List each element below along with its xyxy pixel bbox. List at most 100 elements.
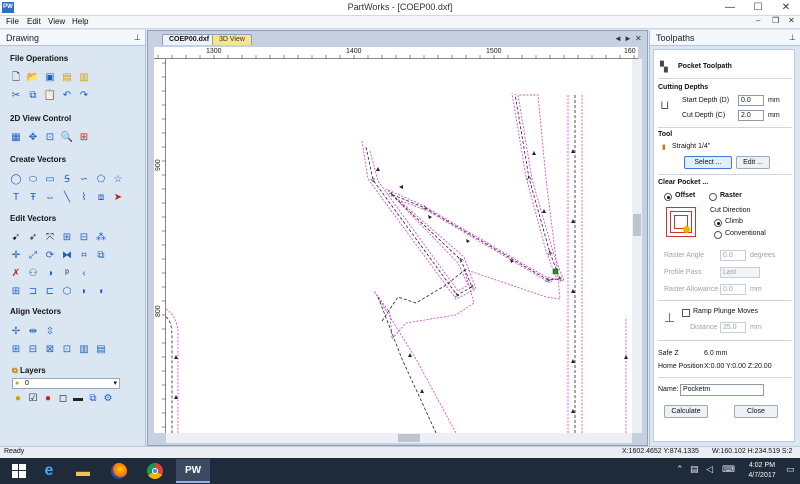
start-button[interactable] <box>4 459 34 483</box>
align-vertical-icon[interactable]: ⇳ <box>44 326 56 338</box>
start-depth-input[interactable]: 0.0 <box>738 95 764 106</box>
fillet-corner-icon[interactable]: ⬡ <box>61 286 73 298</box>
weld-icon[interactable]: ⚇ <box>27 268 39 280</box>
select-tool-button[interactable]: Select ... <box>684 156 732 169</box>
zoom-fit-icon[interactable]: ✥ <box>27 132 39 144</box>
cut-depth-input[interactable]: 2.0 <box>738 110 764 121</box>
edit-tool-button[interactable]: Edit ... <box>736 156 770 169</box>
distort-icon[interactable]: ⌗ <box>78 250 90 262</box>
text-icon[interactable]: T <box>10 192 22 204</box>
taskbar-chrome[interactable] <box>140 459 170 483</box>
array-icon[interactable]: ⧉ <box>95 250 107 262</box>
redo-icon[interactable]: ↷ <box>78 90 90 102</box>
drawing-canvas[interactable] <box>166 59 638 433</box>
raster-allowance-input[interactable]: 0.0 <box>720 284 746 295</box>
ramp-distance-input[interactable]: 25.0 <box>720 322 746 333</box>
subtract-icon[interactable]: ◑ <box>44 268 56 280</box>
menu-view[interactable]: View <box>48 17 65 26</box>
layer-lock-icon[interactable]: ● <box>42 393 54 405</box>
layer-manager-icon[interactable]: ⚙ <box>102 393 114 405</box>
zoom-in-icon[interactable]: 🔍 <box>61 132 73 144</box>
layer-dropdown[interactable]: ● 0 ▾ <box>12 378 120 389</box>
tab-scroll-right-icon[interactable]: ► <box>624 34 632 43</box>
document-close-button[interactable]: ✕ <box>788 16 795 25</box>
align-right-icon[interactable]: ⊟ <box>27 344 39 356</box>
close-button[interactable]: Close <box>734 405 778 418</box>
zoom-box-icon[interactable]: ⊡ <box>44 132 56 144</box>
save-icon[interactable]: ▣ <box>44 72 56 84</box>
circle-icon[interactable]: ◯ <box>10 174 22 186</box>
polyline-icon[interactable]: ⌇ <box>78 192 90 204</box>
tab-3d-view[interactable]: 3D View <box>212 34 252 45</box>
start-point-marker[interactable] <box>552 268 559 275</box>
dimension-icon[interactable]: ⇔ <box>44 192 56 204</box>
horizontal-scrollbar[interactable] <box>166 433 632 443</box>
raster-angle-input[interactable]: 0.0 <box>720 250 746 261</box>
undo-icon[interactable]: ↶ <box>61 90 73 102</box>
polygon-icon[interactable]: ⬠ <box>95 174 107 186</box>
trim-icon[interactable]: ✗ <box>10 268 22 280</box>
menu-help[interactable]: Help <box>72 17 88 26</box>
align-center-icon[interactable]: ✢ <box>10 326 22 338</box>
rectangle-icon[interactable]: ▭ <box>44 174 56 186</box>
close-window-button[interactable]: ✕ <box>772 0 800 16</box>
pan-icon[interactable]: ⊞ <box>78 132 90 144</box>
taskbar-clock[interactable]: 4:02 PM 4/7/2017 <box>742 461 782 481</box>
text-on-curve-icon[interactable]: Ŧ <box>27 192 39 204</box>
cut-icon[interactable]: ✂ <box>10 90 22 102</box>
distribute-h-icon[interactable]: ▥ <box>78 344 90 356</box>
nest-icon[interactable]: ⊞ <box>10 286 22 298</box>
paste-icon[interactable]: 📋 <box>44 90 56 102</box>
spiral-icon[interactable]: Ꟊ <box>61 174 73 186</box>
tab-close-icon[interactable]: ✕ <box>635 34 642 43</box>
copy-icon[interactable]: ⧉ <box>27 90 39 102</box>
raster-radio[interactable] <box>709 193 717 201</box>
offset-vector-icon[interactable]: ⧈ <box>95 192 107 204</box>
move-icon[interactable]: ✛ <box>10 250 22 262</box>
zoom-extents-icon[interactable]: ▦ <box>10 132 22 144</box>
menu-edit[interactable]: Edit <box>27 17 41 26</box>
align-bottom-icon[interactable]: ⊡ <box>61 344 73 356</box>
tray-notifications-icon[interactable]: ▭ <box>786 464 795 475</box>
scale-icon[interactable]: ⤢ <box>27 250 39 262</box>
rotate-icon[interactable]: ⟳ <box>44 250 56 262</box>
vertical-scroll-thumb[interactable] <box>633 214 641 236</box>
layer-color-icon[interactable]: ◻ <box>57 393 69 405</box>
curve-icon[interactable]: ∽ <box>78 174 90 186</box>
align-left-icon[interactable]: ⊞ <box>10 344 22 356</box>
export-icon[interactable]: ▥ <box>78 72 90 84</box>
conventional-radio[interactable] <box>714 231 722 239</box>
calculate-button[interactable]: Calculate <box>664 405 708 418</box>
horizontal-scroll-thumb[interactable] <box>398 434 420 442</box>
layer-visible-icon[interactable]: ● <box>12 393 24 405</box>
minimize-button[interactable]: — <box>716 0 744 16</box>
maximize-button[interactable]: ☐ <box>744 0 772 16</box>
fillet-icon[interactable]: ‹ <box>78 268 90 280</box>
ungroup-icon[interactable]: ⊟ <box>78 232 90 244</box>
transform-icon[interactable]: ⤧ <box>44 232 56 244</box>
align-horizontal-icon[interactable]: ⇹ <box>27 326 39 338</box>
layer-color-dropdown-icon[interactable]: ▬ <box>72 393 84 405</box>
tee-icon[interactable]: ◖ <box>95 286 107 298</box>
import-icon[interactable]: ▤ <box>61 72 73 84</box>
document-minimize-button[interactable]: – <box>756 16 760 25</box>
dogbone-icon[interactable]: ◗ <box>78 286 90 298</box>
document-restore-button[interactable]: ❐ <box>772 16 779 25</box>
taskbar-file-explorer[interactable]: ▬ <box>68 459 98 483</box>
climb-radio[interactable] <box>714 219 722 227</box>
align-top-icon[interactable]: ⊠ <box>44 344 56 356</box>
join-icon[interactable]: ⁂ <box>95 232 107 244</box>
group-icon[interactable]: ⊞ <box>61 232 73 244</box>
taskbar-partworks[interactable]: PW <box>176 459 210 483</box>
pin-icon[interactable]: ⊥ <box>789 33 796 42</box>
tray-volume-icon[interactable]: ◁ <box>706 464 713 475</box>
taskbar-firefox[interactable] <box>104 459 134 483</box>
close-vector-icon[interactable]: ⊏ <box>44 286 56 298</box>
pin-icon[interactable]: ⊥ <box>134 33 141 42</box>
toolpath-name-input[interactable]: Pocketm <box>680 384 764 396</box>
menu-file[interactable]: File <box>6 17 19 26</box>
new-file-icon[interactable]: 🗋 <box>10 72 22 84</box>
offset-radio[interactable] <box>664 193 672 201</box>
profile-pass-select[interactable]: Last <box>720 267 760 278</box>
layer-checkbox-icon[interactable]: ☑ <box>27 393 39 405</box>
